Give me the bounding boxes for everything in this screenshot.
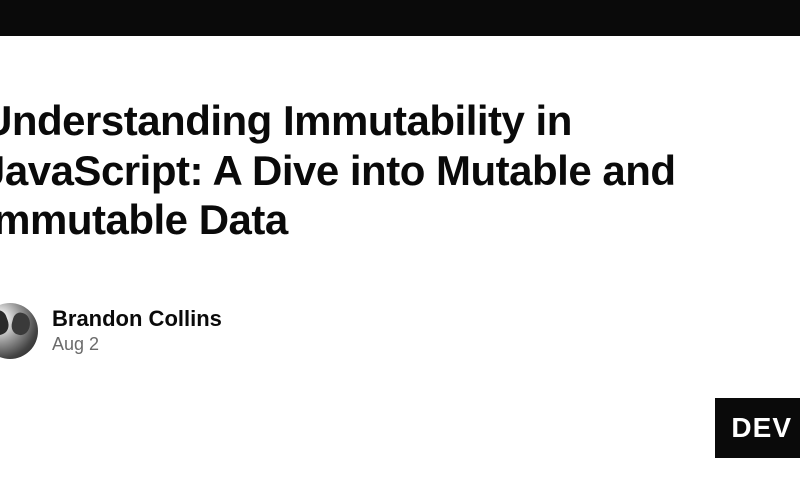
author-block: Brandon Collins Aug 2 <box>52 306 222 355</box>
dev-badge[interactable]: DEV <box>715 398 800 458</box>
author-name[interactable]: Brandon Collins <box>52 306 222 332</box>
publish-date: Aug 2 <box>52 334 222 355</box>
byline: Brandon Collins Aug 2 <box>0 303 800 359</box>
article-title: Understanding Immutability in JavaScript… <box>0 96 762 245</box>
top-bar <box>0 0 800 36</box>
article-content: Understanding Immutability in JavaScript… <box>0 36 800 359</box>
author-avatar[interactable] <box>0 303 38 359</box>
